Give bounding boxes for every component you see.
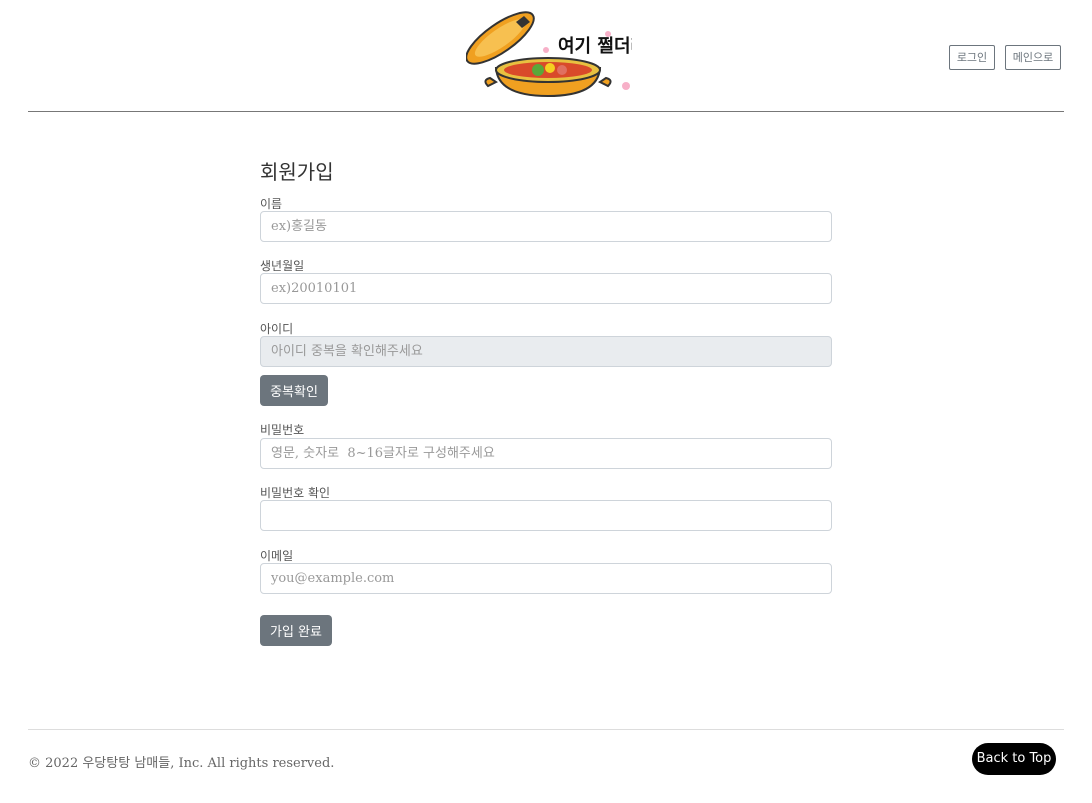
header: 여기 쩔더라 로그인 메인으로 bbox=[28, 0, 1064, 112]
signup-submit-button[interactable]: 가입 완료 bbox=[260, 615, 332, 646]
email-label: 이메일 bbox=[260, 549, 294, 563]
password-label: 비밀번호 bbox=[260, 423, 305, 437]
name-label: 이름 bbox=[260, 197, 283, 211]
password-confirm-label: 비밀번호 확인 bbox=[260, 486, 331, 500]
main-page-button[interactable]: 메인으로 bbox=[1005, 45, 1061, 70]
copyright-text: © 2022 우당탕탕 남매들, Inc. All rights reserve… bbox=[28, 756, 335, 771]
page: 여기 쩔더라 로그인 메인으로 회원가입 이름 생년월일 아이디 중복확인 비밀… bbox=[0, 0, 1092, 803]
login-button[interactable]: 로그인 bbox=[949, 45, 995, 70]
id-input[interactable] bbox=[260, 336, 832, 367]
pot-logo-icon[interactable]: 여기 쩔더라 bbox=[466, 8, 632, 102]
password-input[interactable] bbox=[260, 438, 832, 469]
back-to-top-button[interactable]: Back to Top bbox=[972, 743, 1056, 775]
duplicate-check-button[interactable]: 중복확인 bbox=[260, 375, 328, 406]
birth-input[interactable] bbox=[260, 273, 832, 304]
logo-text: 여기 쩔더라 bbox=[558, 36, 632, 57]
birth-label: 생년월일 bbox=[260, 259, 305, 273]
footer: © 2022 우당탕탕 남매들, Inc. All rights reserve… bbox=[28, 729, 1064, 803]
name-input[interactable] bbox=[260, 211, 832, 242]
password-confirm-input[interactable] bbox=[260, 500, 832, 531]
id-label: 아이디 bbox=[260, 322, 294, 336]
email-input[interactable] bbox=[260, 563, 832, 594]
page-title: 회원가입 bbox=[260, 160, 334, 184]
